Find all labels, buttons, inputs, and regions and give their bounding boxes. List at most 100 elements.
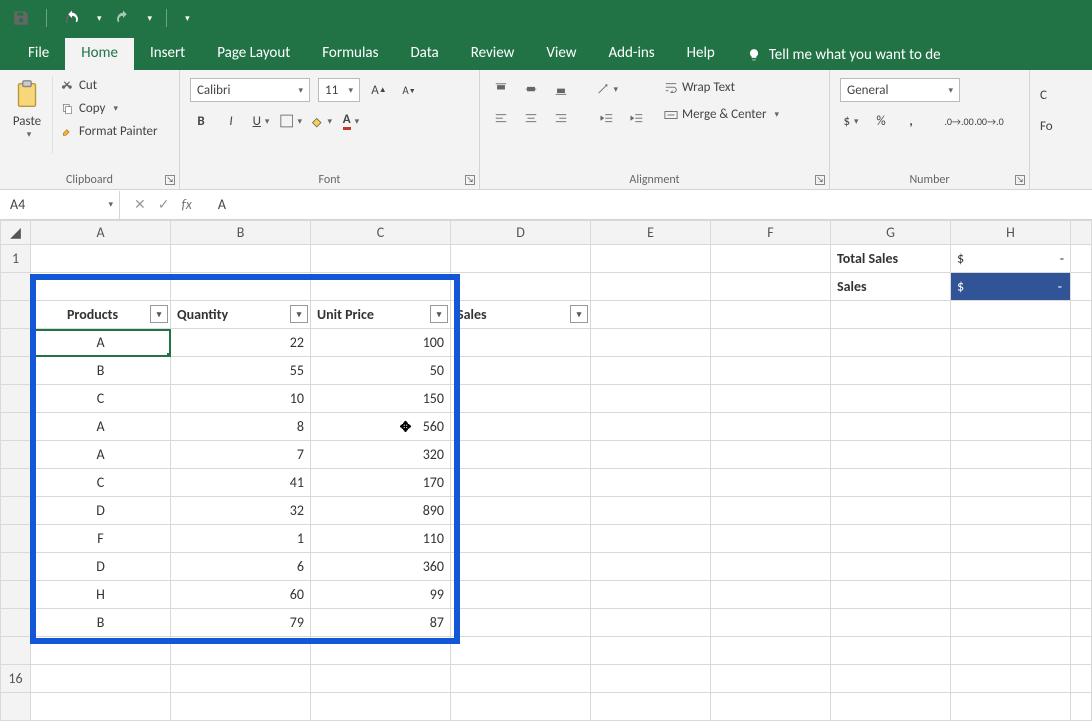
col-header-overflow[interactable] bbox=[1071, 221, 1092, 245]
header-products[interactable]: Products ▾ bbox=[31, 301, 171, 329]
col-header-F[interactable]: F bbox=[711, 221, 831, 245]
spreadsheet-grid[interactable]: ◢ A B C D E F G H 1 Total Sales $ - bbox=[0, 220, 1092, 721]
font-dialog-launcher[interactable]: ↘ bbox=[465, 175, 475, 185]
italic-icon[interactable]: I bbox=[220, 110, 242, 132]
cell-C7[interactable]: 560 bbox=[311, 413, 451, 441]
increase-indent-icon[interactable] bbox=[626, 108, 648, 130]
cell-A5[interactable]: B bbox=[31, 357, 171, 385]
cell-B11[interactable]: 1 bbox=[171, 525, 311, 553]
header-quantity[interactable]: Quantity ▾ bbox=[171, 301, 311, 329]
number-format-combo[interactable]: General ▾ bbox=[840, 78, 960, 102]
cell-C14[interactable]: 87 bbox=[311, 609, 451, 637]
cell-A10[interactable]: D bbox=[31, 497, 171, 525]
cell-total-sales-label[interactable]: Total Sales bbox=[831, 245, 951, 273]
orientation-icon[interactable]: ▾ bbox=[596, 78, 618, 100]
filter-quantity-icon[interactable]: ▾ bbox=[290, 305, 308, 323]
tab-page-layout[interactable]: Page Layout bbox=[201, 38, 306, 70]
name-box-dropdown-icon[interactable]: ▾ bbox=[108, 199, 113, 210]
enter-formula-icon[interactable]: ✓ bbox=[158, 196, 170, 213]
tab-formulas[interactable]: Formulas bbox=[306, 38, 394, 70]
paste-dropdown-icon[interactable]: ▾ bbox=[27, 129, 32, 140]
comma-icon[interactable]: , bbox=[900, 110, 922, 132]
cell-B5[interactable]: 55 bbox=[171, 357, 311, 385]
col-header-D[interactable]: D bbox=[451, 221, 591, 245]
cell-A11[interactable]: F bbox=[31, 525, 171, 553]
number-format-dropdown-icon[interactable]: ▾ bbox=[948, 85, 953, 96]
merge-dropdown-icon[interactable]: ▾ bbox=[775, 109, 780, 120]
cell-C11[interactable]: 110 bbox=[311, 525, 451, 553]
row-header-4[interactable] bbox=[1, 329, 31, 357]
percent-icon[interactable]: % bbox=[870, 110, 892, 132]
tab-review[interactable]: Review bbox=[455, 38, 531, 70]
cell-A14[interactable]: B bbox=[31, 609, 171, 637]
cell-B7[interactable]: 8 bbox=[171, 413, 311, 441]
cell-A12[interactable]: D bbox=[31, 553, 171, 581]
align-right-icon[interactable] bbox=[550, 108, 572, 130]
row-header-16[interactable]: 16 bbox=[1, 665, 31, 693]
cell-A13[interactable]: H bbox=[31, 581, 171, 609]
header-unit-price[interactable]: Unit Price ▾ bbox=[311, 301, 451, 329]
cell-A8[interactable]: A bbox=[31, 441, 171, 469]
decrease-font-icon[interactable]: A▼ bbox=[398, 79, 420, 101]
align-bottom-icon[interactable] bbox=[550, 78, 572, 100]
format-painter-button[interactable]: Format Painter bbox=[59, 122, 160, 141]
undo-icon[interactable] bbox=[61, 7, 83, 29]
redo-icon[interactable] bbox=[112, 7, 134, 29]
underline-icon[interactable]: U▾ bbox=[250, 110, 272, 132]
cell-sales-label[interactable]: Sales bbox=[831, 273, 951, 301]
cell-B12[interactable]: 6 bbox=[171, 553, 311, 581]
tab-data[interactable]: Data bbox=[394, 38, 454, 70]
cell-A4[interactable]: A bbox=[31, 329, 171, 357]
cell-B6[interactable]: 10 bbox=[171, 385, 311, 413]
tab-file[interactable]: File bbox=[12, 38, 65, 70]
formula-input[interactable]: A bbox=[206, 196, 226, 213]
tell-me-search[interactable]: Tell me what you want to de bbox=[731, 40, 957, 70]
tab-add-ins[interactable]: Add-ins bbox=[592, 38, 670, 70]
font-color-icon[interactable]: A▾ bbox=[340, 110, 362, 132]
font-size-dropdown-icon[interactable]: ▾ bbox=[348, 85, 353, 96]
cell-C9[interactable]: 170 bbox=[311, 469, 451, 497]
cell-C13[interactable]: 99 bbox=[311, 581, 451, 609]
cell-C10[interactable]: 890 bbox=[311, 497, 451, 525]
col-header-B[interactable]: B bbox=[171, 221, 311, 245]
cell-B9[interactable]: 41 bbox=[171, 469, 311, 497]
row-header-1[interactable]: 1 bbox=[1, 245, 31, 273]
col-header-E[interactable]: E bbox=[591, 221, 711, 245]
fx-icon[interactable]: fx bbox=[181, 196, 191, 213]
cell-sales-value[interactable]: $ - bbox=[951, 273, 1071, 301]
redo-dropdown-icon[interactable]: ▾ bbox=[148, 13, 153, 24]
cell-B10[interactable]: 32 bbox=[171, 497, 311, 525]
paste-button[interactable]: Paste ▾ bbox=[10, 76, 53, 154]
save-icon[interactable] bbox=[10, 7, 32, 29]
qat-customize-icon[interactable]: ▾ bbox=[185, 13, 190, 24]
decrease-decimal-icon[interactable]: .00→.0 bbox=[978, 110, 1000, 132]
header-sales[interactable]: Sales ▾ bbox=[451, 301, 591, 329]
align-middle-icon[interactable] bbox=[520, 78, 542, 100]
font-name-combo[interactable]: Calibri ▾ bbox=[190, 78, 310, 102]
cancel-formula-icon[interactable]: ✕ bbox=[134, 196, 146, 213]
cell-C6[interactable]: 150 bbox=[311, 385, 451, 413]
increase-decimal-icon[interactable]: .0→.00 bbox=[948, 110, 970, 132]
cell-C5[interactable]: 50 bbox=[311, 357, 451, 385]
font-size-combo[interactable]: 11 ▾ bbox=[318, 78, 360, 102]
col-header-A[interactable]: A bbox=[31, 221, 171, 245]
font-name-dropdown-icon[interactable]: ▾ bbox=[298, 85, 303, 96]
cell-B13[interactable]: 60 bbox=[171, 581, 311, 609]
undo-dropdown-icon[interactable]: ▾ bbox=[97, 13, 102, 24]
tab-home[interactable]: Home bbox=[65, 38, 134, 70]
col-header-G[interactable]: G bbox=[831, 221, 951, 245]
tab-view[interactable]: View bbox=[530, 38, 592, 70]
cell-C12[interactable]: 360 bbox=[311, 553, 451, 581]
currency-icon[interactable]: $▾ bbox=[840, 110, 862, 132]
cell-B4[interactable]: 22 bbox=[171, 329, 311, 357]
col-header-C[interactable]: C bbox=[311, 221, 451, 245]
border-icon[interactable]: ▾ bbox=[280, 110, 302, 132]
cell-A7[interactable]: A bbox=[31, 413, 171, 441]
copy-button[interactable]: Copy ▾ bbox=[59, 99, 160, 118]
alignment-dialog-launcher[interactable]: ↘ bbox=[815, 175, 825, 185]
cell-A6[interactable]: C bbox=[31, 385, 171, 413]
row-header-2[interactable] bbox=[1, 273, 31, 301]
row-header-3[interactable] bbox=[1, 301, 31, 329]
wrap-text-button[interactable]: Wrap Text bbox=[662, 78, 781, 97]
cell-B8[interactable]: 7 bbox=[171, 441, 311, 469]
